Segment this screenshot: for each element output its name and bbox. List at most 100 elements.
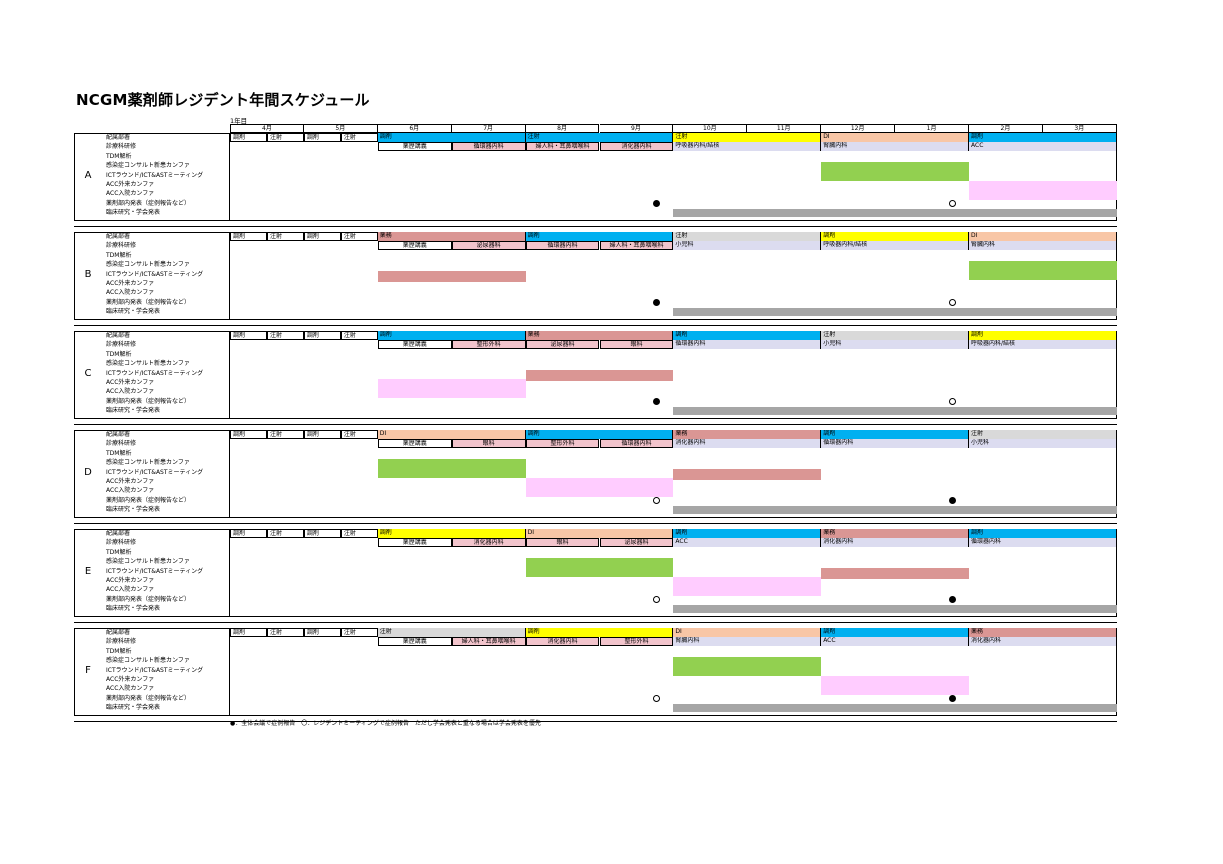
group-block-e: E 配属部署 診療科研修 TDM解析 感染症コンサルト新患カンファ ICTラウンド/ICT…: [74, 529, 1117, 617]
row-label: 配属部署: [106, 431, 131, 438]
filled-circle-icon: [949, 595, 957, 603]
department-assignment: 調剤: [969, 529, 1117, 538]
group-separator: [74, 523, 1117, 524]
clinical-rotation: 眼科: [599, 340, 674, 350]
legend-note: ●：全体会議で症例報告 〇：レジデントミーティングで症例報告 ただし学会発表と重…: [230, 720, 541, 727]
row-label: 薬剤部内発表（症例報告など）: [106, 595, 191, 603]
department-assignment: 調剤: [821, 430, 969, 439]
group-separator: [74, 622, 1117, 623]
grid-divider: [229, 331, 230, 419]
month-header-cell: 2月: [969, 124, 1043, 133]
row-label: 臨床研究・学会発表: [106, 605, 161, 613]
group-letter: B: [84, 269, 92, 280]
row-label: 感染症コンサルト新患カンファ: [106, 657, 190, 665]
clinical-rotation: ACC: [969, 142, 1117, 152]
schedule-bar: [821, 676, 969, 695]
clinical-rotation: 循環器内科: [821, 439, 969, 449]
clinical-rotation: 循環器内科: [451, 142, 526, 152]
row-label: 診療科研修: [106, 539, 137, 547]
month-header-cell: 3月: [1042, 124, 1117, 133]
department-assignment: DI: [969, 232, 1117, 241]
assignment-cell: 調剤: [303, 628, 341, 637]
clinical-rotation: 消化器内科: [525, 637, 600, 647]
row-label: ACC外来カンファ: [106, 280, 155, 287]
month-header-cell: 8月: [525, 124, 600, 133]
clinical-rotation: 婦人科・耳鼻咽喉科: [451, 637, 526, 647]
grid-divider: [229, 628, 230, 716]
clinical-rotation: 整形外科: [451, 340, 526, 350]
clinical-rotation: 整形外科: [599, 637, 674, 647]
clinical-rotation: 消化器内科: [451, 538, 526, 548]
row-label: 薬剤部内発表（症例報告など）: [106, 199, 191, 207]
month-header: 4月 5月 6月 7月 8月 9月 10月 11月 12月 1月 2月 3月: [230, 124, 1117, 133]
assignment-cell: 注射: [340, 331, 378, 340]
department-assignment: DI: [377, 430, 526, 439]
department-assignment: 注射: [673, 232, 822, 241]
row-label: 薬剤部内発表（症例報告など）: [106, 694, 191, 702]
month-header-cell: 7月: [451, 124, 526, 133]
row-label: 配属部署: [106, 233, 131, 240]
department-assignment: 薬務: [969, 628, 1117, 637]
schedule-bar: [673, 577, 822, 596]
row-label: ACC入院カンファ: [106, 586, 155, 594]
assignment-cell: 注射: [340, 628, 378, 637]
assignment-cell: 調剤: [230, 133, 267, 142]
row-label: 臨床研究・学会発表: [106, 209, 161, 217]
page-title: NCGM薬剤師レジデント年間スケジュール: [76, 91, 370, 109]
schedule-bar: [525, 478, 674, 497]
assignment-cell: 注射: [266, 529, 304, 538]
clinical-rotation: 婦人科・耳鼻咽喉科: [599, 241, 674, 251]
department-assignment: 調剤: [377, 133, 526, 142]
open-circle-icon: [949, 199, 957, 207]
row-label: 薬剤部内発表（症例報告など）: [106, 397, 191, 405]
month-header-cell: 5月: [303, 124, 378, 133]
research-bar: [673, 209, 1117, 218]
row-label: ICTラウンド/ICT&ASTミーティング: [106, 369, 204, 377]
row-label: 感染症コンサルト新患カンファ: [106, 360, 190, 368]
research-bar: [673, 308, 1117, 317]
schedule-bar: [673, 657, 822, 677]
clinical-rotation: ACC: [821, 637, 969, 647]
month-header-cell: 6月: [377, 124, 452, 133]
group-separator: [74, 325, 1117, 326]
clinical-rotation: 循環器内科: [525, 241, 600, 251]
department-assignment: 調剤: [377, 331, 526, 340]
month-header-cell: 10月: [673, 124, 748, 133]
group-letter: D: [84, 467, 92, 478]
department-assignment: 調剤: [673, 331, 822, 340]
row-label: 診療科研修: [106, 440, 137, 448]
row-label: 配属部署: [106, 134, 131, 141]
clinical-rotation: 呼吸器内科/結核: [673, 142, 822, 152]
group-block-c: C 配属部署 診療科研修 TDM解析 感染症コンサルト新患カンファ ICTラウンド/ICT…: [74, 331, 1117, 419]
row-label: 臨床研究・学会発表: [106, 308, 161, 316]
row-label: ACC入院カンファ: [106, 388, 155, 396]
row-label: ACC外来カンファ: [106, 379, 155, 386]
row-label: TDM解析: [106, 251, 132, 259]
row-label: ICTラウンド/ICT&ASTミーティング: [106, 468, 204, 476]
schedule-bar: [377, 270, 526, 282]
row-label: ACC外来カンファ: [106, 181, 155, 188]
row-label: 配属部署: [106, 629, 131, 636]
row-label: ICTラウンド/ICT&ASTミーティング: [106, 666, 204, 674]
department-assignment: 注射: [525, 133, 674, 142]
row-label: 感染症コンサルト新患カンファ: [106, 162, 190, 170]
department-assignment: 薬務: [377, 232, 526, 241]
research-bar: [673, 407, 1117, 416]
assignment-cell: 調剤: [303, 331, 341, 340]
row-label: ACC入院カンファ: [106, 685, 155, 693]
schedule-bar: [821, 567, 969, 579]
research-bar: [673, 704, 1117, 713]
group-separator: [74, 424, 1117, 425]
clinical-rotation: 小児科: [673, 241, 822, 251]
row-label: 感染症コンサルト新患カンファ: [106, 459, 190, 467]
research-bar: [673, 605, 1117, 614]
schedule-bar: [377, 379, 526, 398]
department-assignment: 調剤: [969, 133, 1117, 142]
schedule-bar: [821, 162, 969, 182]
department-assignment: 薬務: [821, 529, 969, 538]
assignment-cell: 注射: [266, 232, 304, 241]
group-letter: A: [84, 170, 92, 181]
row-label: ICTラウンド/ICT&ASTミーティング: [106, 567, 204, 575]
assignment-cell: 調剤: [303, 133, 341, 142]
department-assignment: 調剤: [821, 628, 969, 637]
